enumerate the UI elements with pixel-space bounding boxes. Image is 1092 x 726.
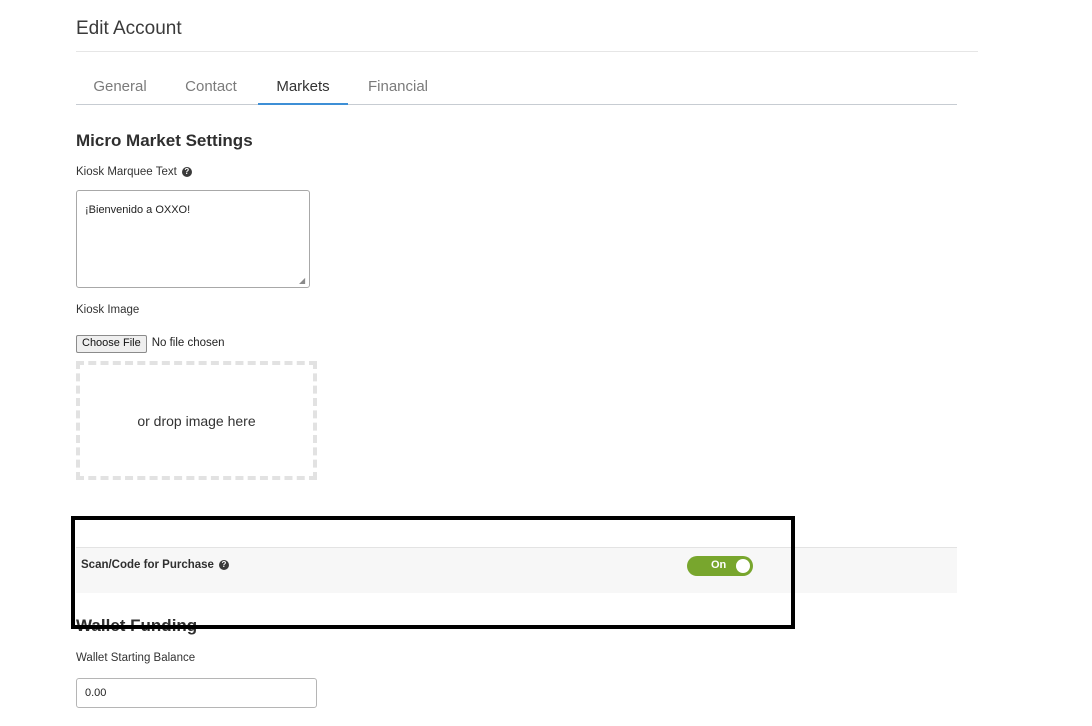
question-circle-icon[interactable]: ? [218,559,229,570]
dropzone-text: or drop image here [137,412,256,429]
kiosk-image-label: Kiosk Image [76,304,140,316]
scan-code-toggle[interactable]: On [687,556,753,576]
toggle-knob [736,559,750,573]
wallet-funding-heading: Wallet Funding [76,616,198,635]
micro-market-heading: Micro Market Settings [76,131,253,150]
file-input: Choose File No file chosen [76,335,225,353]
scan-code-label: Scan/Code for Purchase [81,559,214,571]
kiosk-marquee-textarea[interactable]: ¡Bienvenido a OXXO! ◢ [76,190,310,288]
scan-code-setting-row: Scan/Code for Purchase? On [76,547,957,593]
choose-file-button[interactable]: Choose File [76,335,147,353]
question-circle-icon[interactable]: ? [181,166,192,177]
tab-bar: General Contact Markets Financial [76,78,957,105]
marquee-label-row: Kiosk Marquee Text? [76,166,192,178]
tab-markets[interactable]: Markets [258,78,348,105]
tab-general[interactable]: General [76,78,164,103]
wallet-starting-balance-label: Wallet Starting Balance [76,652,196,664]
title-divider [76,51,978,52]
scan-code-label-row: Scan/Code for Purchase? [81,559,229,571]
tab-contact[interactable]: Contact [172,78,250,103]
tab-financial[interactable]: Financial [356,78,440,103]
kiosk-marquee-label: Kiosk Marquee Text [76,166,177,178]
no-file-chosen-text: No file chosen [151,337,225,349]
kiosk-marquee-value: ¡Bienvenido a OXXO! [85,204,191,216]
resize-grip-icon[interactable]: ◢ [299,277,307,285]
wallet-starting-balance-input[interactable] [76,678,317,708]
page-title: Edit Account [76,18,182,39]
image-dropzone[interactable]: or drop image here [76,361,317,480]
toggle-on-text: On [711,559,727,571]
